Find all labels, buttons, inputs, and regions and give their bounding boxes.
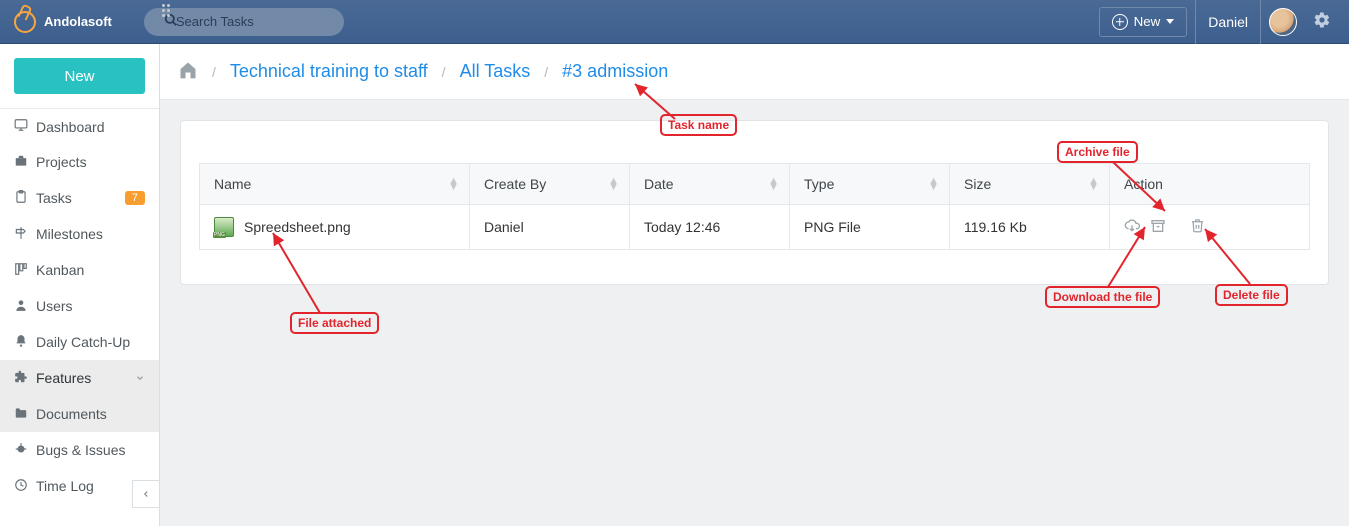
clock-icon [14, 478, 36, 495]
file-name[interactable]: Spreedsheet.png [244, 219, 351, 235]
topbar: Andolasoft New Daniel [0, 0, 1349, 44]
new-top-button[interactable]: New [1099, 7, 1188, 37]
breadcrumb-separator: / [544, 64, 548, 80]
sidebar-item-label: Features [36, 370, 91, 386]
brand-logo[interactable]: Andolasoft [14, 11, 112, 33]
file-type-icon [214, 217, 234, 237]
tasks-badge: 7 [125, 191, 145, 205]
cell-createby: Daniel [470, 205, 630, 250]
sort-icon: ▲▼ [1088, 178, 1099, 190]
sidebar-item-label: Users [36, 298, 73, 314]
crumb-project[interactable]: Technical training to staff [230, 61, 428, 82]
sidebar-item-label: Kanban [36, 262, 84, 278]
sidebar-item-label: Bugs & Issues [36, 442, 126, 458]
sidebar-item-label: Time Log [36, 478, 94, 494]
sidebar-item-projects[interactable]: Projects [0, 144, 159, 180]
sort-icon: ▲▼ [768, 178, 779, 190]
sidebar-new-button[interactable]: New [14, 58, 145, 94]
cell-action [1110, 205, 1310, 250]
bug-icon [14, 442, 36, 459]
sidebar-item-label: Milestones [36, 226, 103, 242]
breadcrumb-separator: / [442, 64, 446, 80]
sidebar-item-bugs-issues[interactable]: Bugs & Issues [0, 432, 159, 468]
sidebar-item-tasks[interactable]: Tasks 7 [0, 180, 159, 216]
archive-icon[interactable] [1150, 218, 1166, 237]
chevron-down-icon [1166, 19, 1174, 24]
sidebar-item-label: Dashboard [36, 119, 105, 135]
cell-date: Today 12:46 [630, 205, 790, 250]
annotation-delete-file: Delete file [1215, 284, 1288, 306]
brand-name: Andolasoft [44, 14, 112, 29]
breadcrumb-separator: / [212, 64, 216, 80]
annotation-download-file: Download the file [1045, 286, 1160, 308]
home-icon[interactable] [178, 60, 198, 83]
sidebar-item-label: Documents [36, 406, 107, 422]
sidebar-item-label: Projects [36, 154, 87, 170]
sort-icon: ▲▼ [928, 178, 939, 190]
download-icon[interactable] [1124, 218, 1140, 237]
table-row: Spreedsheet.png Daniel Today 12:46 PNG F… [200, 205, 1310, 250]
cell-size: 119.16 Kb [950, 205, 1110, 250]
sidebar-item-documents[interactable]: Documents [0, 396, 159, 432]
sort-icon: ▲▼ [448, 178, 459, 190]
sort-icon: ▲▼ [608, 178, 619, 190]
th-date[interactable]: Date▲▼ [630, 164, 790, 205]
th-action: Action [1110, 164, 1310, 205]
briefcase-icon [14, 154, 36, 171]
chevron-down-icon [135, 370, 145, 386]
sidebar-item-label: Tasks [36, 190, 72, 206]
th-createby[interactable]: Create By▲▼ [470, 164, 630, 205]
crumb-section[interactable]: All Tasks [460, 61, 531, 82]
annotation-file-attached: File attached [290, 312, 379, 334]
columns-icon [14, 262, 36, 279]
logo-icon [14, 11, 36, 33]
th-type[interactable]: Type▲▼ [790, 164, 950, 205]
files-table: Name▲▼ Create By▲▼ Date▲▼ Type▲▼ Size▲▼ … [199, 163, 1310, 250]
sidebar-collapse-button[interactable] [132, 480, 160, 508]
folder-icon [14, 406, 36, 423]
new-top-label: New [1134, 14, 1161, 29]
topbar-right: New Daniel [1099, 0, 1339, 44]
search-wrap [144, 8, 344, 36]
user-icon [14, 298, 36, 315]
sidebar: New Dashboard Projects Tasks 7 Milestone… [0, 44, 160, 526]
crumb-task[interactable]: #3 admission [562, 61, 668, 82]
sidebar-item-label: Daily Catch-Up [36, 334, 130, 350]
signpost-icon [14, 226, 36, 243]
sidebar-item-dashboard[interactable]: Dashboard [0, 108, 159, 144]
cell-name: Spreedsheet.png [200, 205, 470, 250]
cell-type: PNG File [790, 205, 950, 250]
gear-icon[interactable] [1313, 11, 1331, 32]
breadcrumb: / Technical training to staff / All Task… [160, 44, 1349, 100]
th-size[interactable]: Size▲▼ [950, 164, 1110, 205]
puzzle-icon [14, 370, 36, 387]
monitor-icon [14, 118, 36, 135]
username[interactable]: Daniel [1195, 0, 1261, 44]
bell-icon [14, 334, 36, 351]
sidebar-item-milestones[interactable]: Milestones [0, 216, 159, 252]
clipboard-icon [14, 190, 36, 207]
sidebar-item-kanban[interactable]: Kanban [0, 252, 159, 288]
avatar[interactable] [1269, 8, 1297, 36]
sidebar-item-daily-catchup[interactable]: Daily Catch-Up [0, 324, 159, 360]
sidebar-item-users[interactable]: Users [0, 288, 159, 324]
content-card: Name▲▼ Create By▲▼ Date▲▼ Type▲▼ Size▲▼ … [180, 120, 1329, 285]
plus-circle-icon [1112, 14, 1128, 30]
main-area: / Technical training to staff / All Task… [160, 44, 1349, 526]
th-name[interactable]: Name▲▼ [200, 164, 470, 205]
delete-icon[interactable] [1190, 218, 1205, 237]
sidebar-item-features[interactable]: Features [0, 360, 159, 396]
